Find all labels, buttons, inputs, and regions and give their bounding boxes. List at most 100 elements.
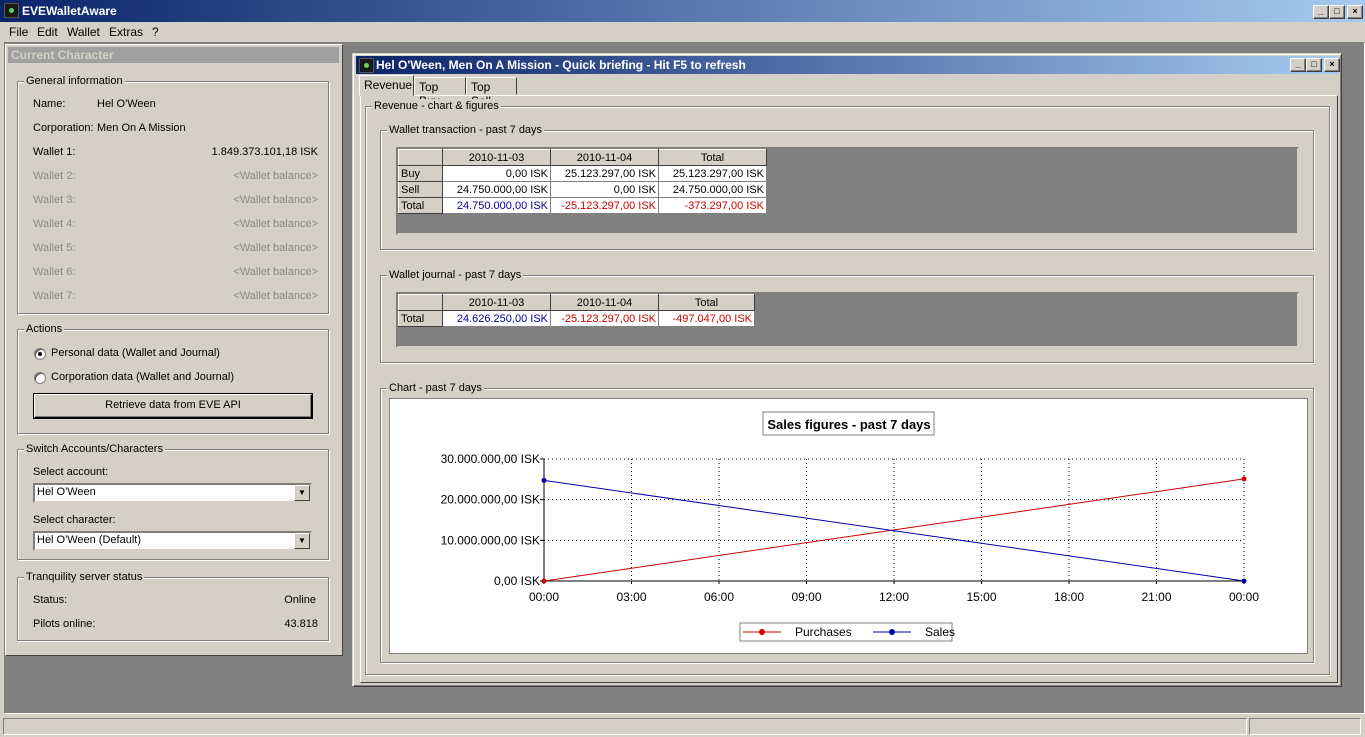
app-titlebar[interactable]: EVEWalletAware _ □ × <box>0 0 1365 22</box>
x-tick-label: 09:00 <box>791 590 821 604</box>
personal-data-label[interactable]: Personal data (Wallet and Journal) <box>51 347 220 359</box>
table-cell[interactable]: -25.123.297,00 ISK <box>550 310 659 327</box>
x-tick-label: 03:00 <box>616 590 646 604</box>
status-value: Online <box>284 594 316 606</box>
y-tick-label: 10.000.000,00 ISK <box>441 533 540 547</box>
actions-legend: Actions <box>24 322 65 336</box>
y-tick-label: 0,00 ISK <box>494 574 540 588</box>
column-header[interactable]: Total <box>658 294 755 311</box>
x-tick-label: 00:00 <box>529 590 559 604</box>
x-tick-label: 00:00 <box>1229 590 1259 604</box>
transactions-legend: Wallet transaction - past 7 days <box>387 123 545 137</box>
data-point <box>541 578 547 584</box>
general-info-legend: General information <box>24 74 125 88</box>
table-cell[interactable]: -25.123.297,00 ISK <box>550 197 659 214</box>
legend-marker <box>759 629 765 635</box>
character-select[interactable]: Hel O'Ween (Default) ▼ <box>33 531 312 551</box>
chevron-down-icon[interactable]: ▼ <box>294 533 310 549</box>
table-cell[interactable]: 0,00 ISK <box>442 165 551 182</box>
legend-marker <box>889 629 895 635</box>
table-cell[interactable]: 24.750.000,00 ISK <box>658 181 767 198</box>
data-point <box>1241 578 1247 584</box>
corporation-data-radio[interactable] <box>34 372 46 384</box>
wallet-value: <Wallet balance> <box>233 242 318 254</box>
corp-label: Corporation: <box>33 122 94 134</box>
table-cell[interactable]: 25.123.297,00 ISK <box>550 165 659 182</box>
x-tick-label: 18:00 <box>1054 590 1084 604</box>
pilots-label: Pilots online: <box>33 618 96 630</box>
data-point <box>541 477 547 483</box>
column-header[interactable]: Total <box>658 149 767 166</box>
wallet-value: 1.849.373.101,18 ISK <box>211 146 318 158</box>
column-header[interactable]: 2010-11-03 <box>442 149 551 166</box>
table-cell[interactable]: 0,00 ISK <box>550 181 659 198</box>
tab-top-sell[interactable]: Top Sell <box>466 77 517 108</box>
minimize-icon[interactable]: _ <box>1313 5 1329 19</box>
status-panel <box>1249 718 1361 735</box>
row-header: Total <box>398 310 443 327</box>
sales-chart: Sales figures - past 7 days 0,00 ISK 10.0… <box>441 411 1259 642</box>
legend-item: Sales <box>925 625 955 639</box>
close-icon[interactable]: × <box>1324 58 1340 72</box>
minimize-icon[interactable]: _ <box>1290 58 1306 72</box>
journal-table: 2010-11-03 2010-11-04 Total Total 24.626.25… <box>398 294 755 327</box>
briefing-titlebar[interactable]: Hel O'Ween, Men On A Mission - Quick bri… <box>356 56 1340 74</box>
menu-extras[interactable]: Extras <box>109 25 143 39</box>
wallet-label: Wallet 4: <box>33 218 76 230</box>
account-value: Hel O'Ween <box>37 486 96 498</box>
row-header: Total <box>398 197 443 214</box>
close-icon[interactable]: × <box>1347 5 1363 19</box>
corporation-data-label[interactable]: Corporation data (Wallet and Journal) <box>51 371 234 383</box>
menu-wallet[interactable]: Wallet <box>67 25 100 39</box>
maximize-icon[interactable]: □ <box>1329 5 1345 19</box>
table-cell[interactable]: 24.626.250,00 ISK <box>442 310 551 327</box>
wallet-value: <Wallet balance> <box>233 290 318 302</box>
column-header[interactable]: 2010-11-04 <box>550 294 659 311</box>
column-header[interactable]: 2010-11-03 <box>442 294 551 311</box>
name-label: Name: <box>33 98 66 110</box>
briefing-title: Hel O'Ween, Men On A Mission - Quick bri… <box>376 58 746 72</box>
table-cell[interactable]: -373.297,00 ISK <box>658 197 767 214</box>
table-cell[interactable]: 25.123.297,00 ISK <box>658 165 767 182</box>
menu-file[interactable]: File <box>9 25 28 39</box>
status-bar <box>0 716 1365 737</box>
table-cell[interactable]: 24.750.000,00 ISK <box>442 181 551 198</box>
data-point <box>1241 476 1247 482</box>
personal-data-radio[interactable] <box>34 348 46 360</box>
account-select[interactable]: Hel O'Ween ▼ <box>33 483 312 503</box>
character-value: Hel O'Ween (Default) <box>37 534 141 546</box>
table-row: Sell 24.750.000,00 ISK 0,00 ISK 24.750.000,… <box>398 181 767 198</box>
wallet-value: <Wallet balance> <box>233 266 318 278</box>
account-label: Select account: <box>33 466 109 478</box>
table-corner <box>398 294 443 311</box>
chart-title: Sales figures - past 7 days <box>767 417 930 432</box>
menu-edit[interactable]: Edit <box>37 25 58 39</box>
table-corner <box>398 149 443 166</box>
chart-area: Sales figures - past 7 days 0,00 ISK 10.0… <box>389 398 1308 654</box>
app-icon <box>4 3 19 18</box>
row-header: Sell <box>398 181 443 198</box>
wallet-value: <Wallet balance> <box>233 194 318 206</box>
tab-revenue[interactable]: Revenue <box>359 75 414 96</box>
column-header[interactable]: 2010-11-04 <box>550 149 659 166</box>
retrieve-data-button[interactable]: Retrieve data from EVE API <box>33 393 313 419</box>
table-cell[interactable]: -497.047,00 ISK <box>658 310 755 327</box>
transactions-table: 2010-11-03 2010-11-04 Total Buy 0,00 ISK 25.… <box>398 149 767 214</box>
legend-item: Purchases <box>795 625 852 639</box>
journal-grid[interactable]: 2010-11-03 2010-11-04 Total Total 24.626.25… <box>396 292 1299 348</box>
menu-help[interactable]: ? <box>152 25 159 39</box>
table-row: Total 24.626.250,00 ISK -25.123.297,00 ISK… <box>398 310 755 327</box>
table-row: Total 24.750.000,00 ISK -25.123.297,00 ISK… <box>398 197 767 214</box>
chevron-down-icon[interactable]: ▼ <box>294 485 310 501</box>
y-tick-label: 30.000.000,00 ISK <box>441 452 540 466</box>
maximize-icon[interactable]: □ <box>1306 58 1322 72</box>
x-tick-label: 06:00 <box>704 590 734 604</box>
wallet-label: Wallet 6: <box>33 266 76 278</box>
name-value: Hel O'Ween <box>97 98 156 110</box>
tab-top-buy[interactable]: Top Buy <box>414 77 466 108</box>
journal-legend: Wallet journal - past 7 days <box>387 268 524 282</box>
table-cell[interactable]: 24.750.000,00 ISK <box>442 197 551 214</box>
transactions-grid[interactable]: 2010-11-03 2010-11-04 Total Buy 0,00 ISK 25.… <box>396 147 1299 235</box>
server-status-group: Tranquility server status <box>17 570 329 641</box>
wallet-value: <Wallet balance> <box>233 218 318 230</box>
